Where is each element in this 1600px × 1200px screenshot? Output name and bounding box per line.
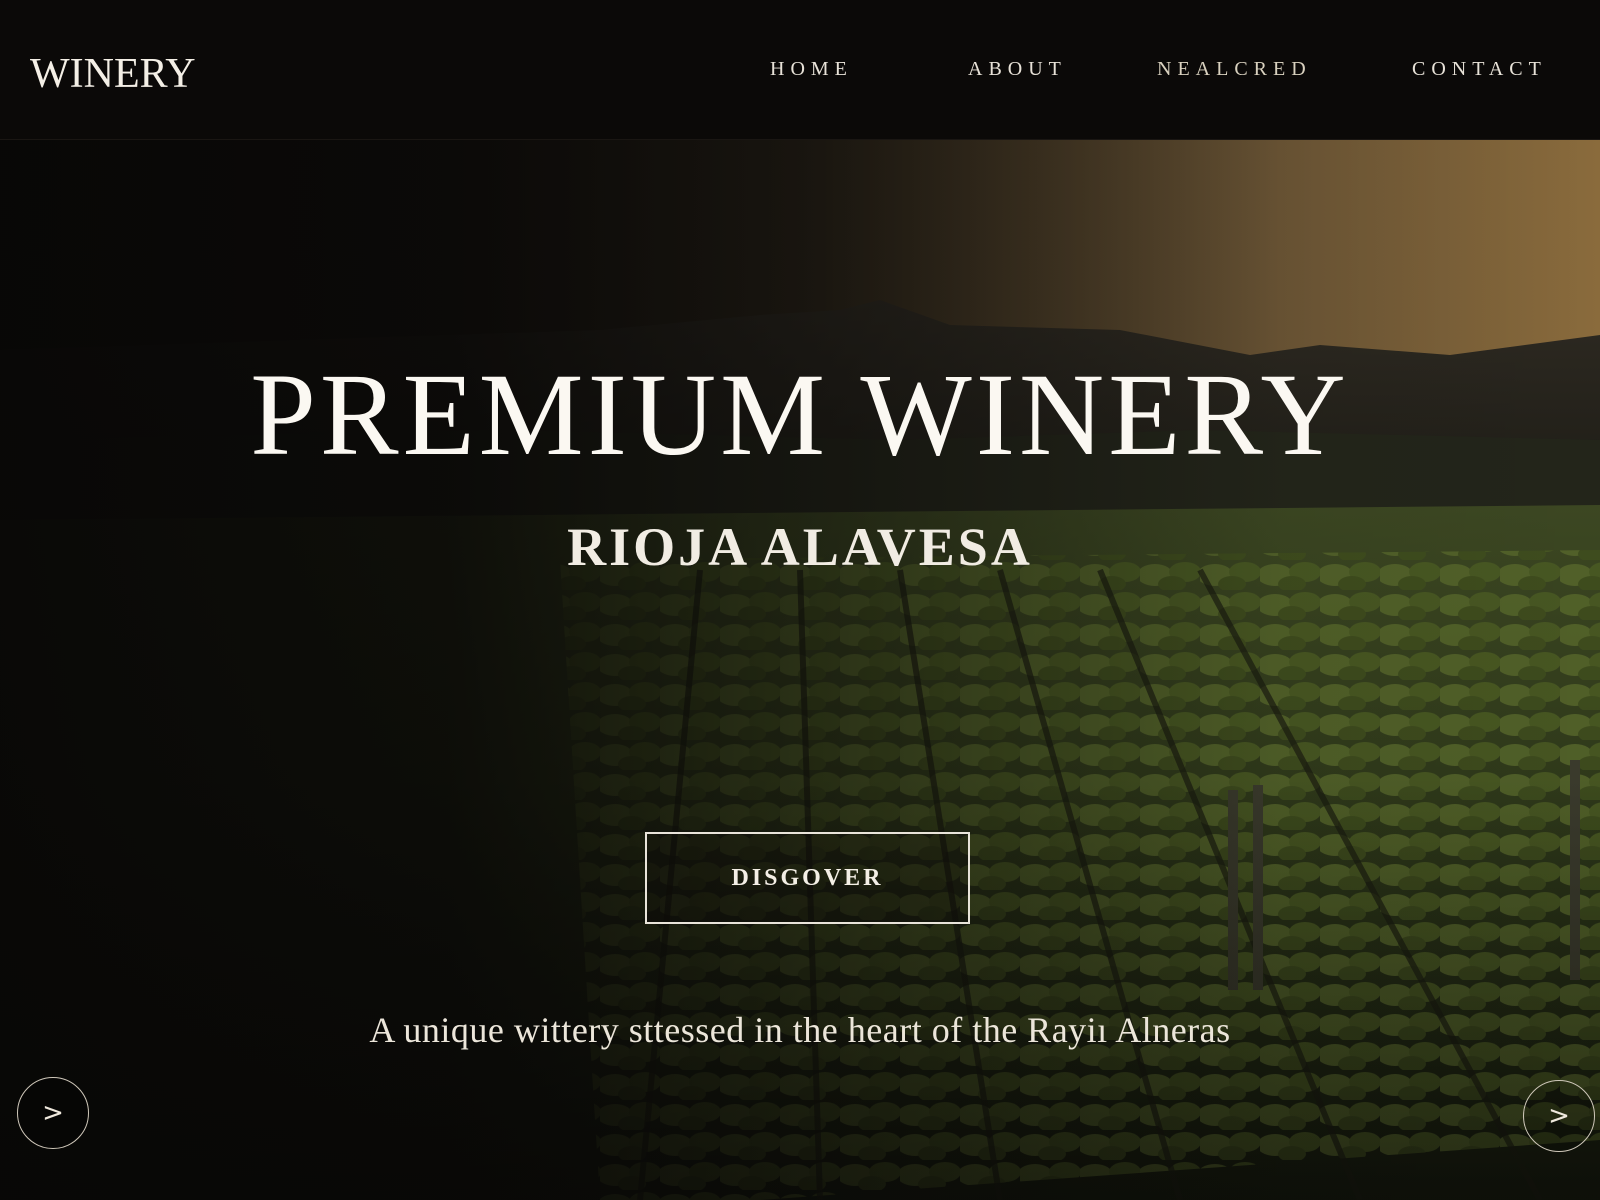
hero-title: PREMIUM WINERY [250,349,1350,480]
nav-link-contact[interactable]: CONTACT [1412,56,1547,82]
main-nav: HOME ABOUT NEALCRED CONTACT [0,56,1600,86]
chevron-right-icon: > [42,1098,64,1128]
site-header: WINERY HOME ABOUT NEALCRED CONTACT [0,0,1600,140]
carousel-next-button[interactable]: > [1523,1080,1595,1152]
nav-link-home[interactable]: HOME [770,56,853,82]
carousel-prev-button[interactable]: > [17,1077,89,1149]
chevron-right-icon: > [1548,1101,1570,1131]
hero-subtitle: RIOJA ALAVESA [567,517,1033,577]
hero-section: PREMIUM WINERY RIOJA ALAVESA DISGOVER A … [0,140,1600,1200]
hero-tagline: A unique wittery sttessed in the heart o… [369,1010,1231,1050]
nav-link-about[interactable]: ABOUT [968,56,1067,82]
nav-link-nealcred[interactable]: NEALCRED [1157,56,1312,82]
discover-button[interactable]: DISGOVER [645,832,970,924]
